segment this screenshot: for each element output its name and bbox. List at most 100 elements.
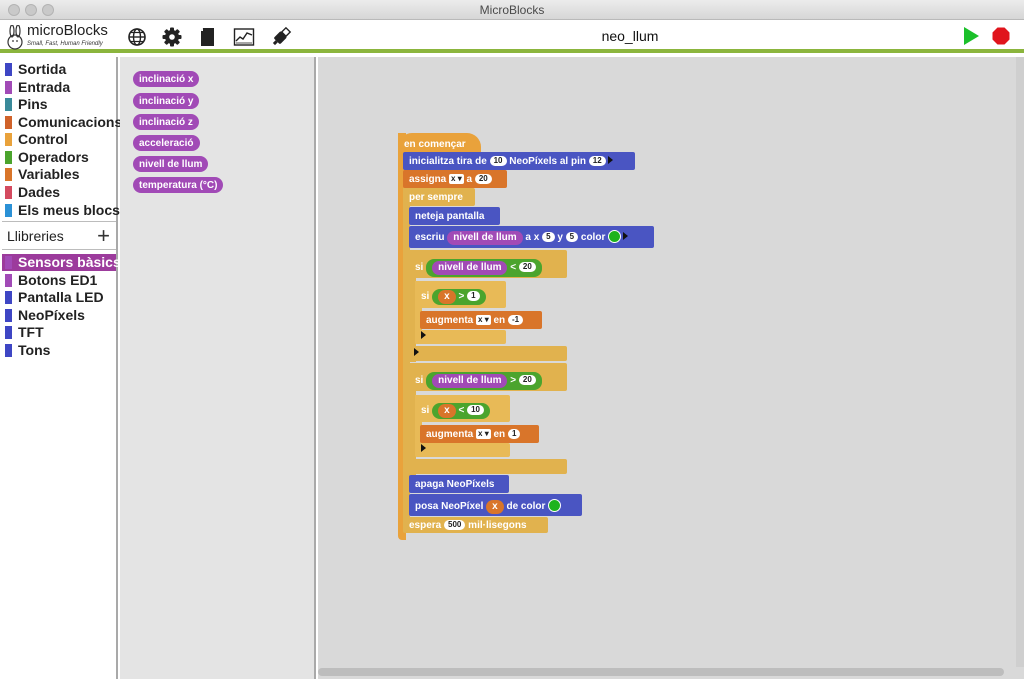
if-x-greater-block[interactable]: si x > 1 (415, 281, 506, 308)
category-color-swatch (5, 204, 12, 217)
expand-arrow-icon[interactable] (623, 232, 629, 240)
palette-block-tilt-z[interactable]: inclinació z (133, 114, 199, 130)
library-color-swatch (5, 344, 12, 357)
color-swatch-input[interactable] (548, 499, 562, 512)
variable-reporter[interactable]: x (438, 404, 456, 418)
collapse-arrow-icon[interactable] (414, 348, 419, 356)
variable-dropdown[interactable]: x ▾ (476, 315, 491, 325)
neopixel-count-input[interactable]: 10 (489, 156, 507, 166)
variable-reporter[interactable]: x (486, 500, 504, 514)
block-label: a x (525, 232, 540, 243)
collapse-arrow-icon[interactable] (421, 331, 426, 339)
stop-icon[interactable] (992, 27, 1010, 45)
library-sensors-basics[interactable]: Sensors bàsics (2, 254, 121, 271)
compare-value-input[interactable]: 10 (467, 405, 484, 415)
library-label: Sensors bàsics (18, 254, 121, 270)
change-variable-block[interactable]: augmenta x ▾ en -1 (420, 311, 542, 329)
if-light-high-block[interactable]: si nivell de llum > 20 (409, 363, 567, 391)
library-label: Botons ED1 (18, 272, 98, 288)
expand-arrow-icon[interactable] (607, 156, 613, 164)
greater-than-reporter[interactable]: nivell de llum > 20 (426, 372, 542, 390)
libraries-header: Llibreries + (2, 221, 116, 250)
palette-block-tilt-y[interactable]: inclinació y (133, 93, 200, 109)
title-bar: MicroBlocks (0, 0, 1024, 20)
wait-ms-input[interactable]: 500 (444, 520, 466, 530)
block-label: y (557, 232, 563, 243)
light-level-reporter[interactable]: nivell de llum (447, 231, 523, 245)
less-than-reporter[interactable]: x < 10 (432, 403, 490, 419)
window-title: MicroBlocks (479, 3, 545, 17)
bunny-logo-icon (7, 25, 23, 50)
palette-block-light-level[interactable]: nivell de llum (133, 156, 209, 172)
compare-value-input[interactable]: 1 (467, 291, 480, 301)
block-label: color (580, 232, 606, 243)
variable-dropdown[interactable]: x ▾ (476, 429, 491, 439)
when-started-hat-block[interactable]: en començar (398, 133, 481, 153)
change-amount-input[interactable]: -1 (507, 315, 524, 325)
block-label: en (493, 429, 506, 440)
neopixel-pin-input[interactable]: 12 (588, 156, 606, 166)
category-label: Dades (18, 184, 61, 200)
gear-icon[interactable] (161, 26, 183, 48)
palette-block-tilt-x[interactable]: inclinació x (133, 71, 200, 87)
y-position-input[interactable]: 5 (565, 232, 579, 242)
set-variable-block[interactable]: assigna x ▾ a 20 (403, 170, 507, 188)
category-color-swatch (5, 98, 12, 111)
set-neopixel-color-block[interactable]: posa NeoPíxel x de color (409, 494, 582, 516)
change-amount-input[interactable]: 1 (507, 429, 521, 439)
wait-block[interactable]: espera 500 mil·lisegons (403, 517, 548, 533)
category-label: Sortida (18, 61, 67, 77)
block-label: espera (409, 520, 442, 531)
category-color-swatch (5, 168, 12, 181)
greater-than-reporter[interactable]: x > 1 (432, 289, 486, 305)
if-block-footer (415, 330, 506, 344)
file-icon[interactable] (197, 26, 219, 48)
horizontal-scrollbar[interactable] (318, 668, 1004, 676)
hat-label: en començar (404, 139, 466, 150)
block-label: si (421, 291, 430, 302)
change-variable-block[interactable]: augmenta x ▾ en 1 (420, 425, 539, 443)
logo-tagline: Small, Fast, Human Friendly (27, 41, 103, 47)
add-library-button[interactable]: + (97, 223, 110, 249)
x-position-input[interactable]: 5 (542, 232, 555, 242)
if-x-less-block[interactable]: si x < 10 (415, 395, 510, 422)
libraries-title: Llibreries (7, 228, 64, 244)
variable-reporter[interactable]: x (438, 290, 456, 304)
if-block-footer (409, 346, 567, 361)
category-label: Els meus blocs (18, 202, 120, 218)
assign-value-input[interactable]: 20 (474, 174, 492, 184)
run-icon[interactable] (962, 26, 980, 46)
forever-block[interactable]: per sempre (403, 188, 475, 206)
light-level-reporter[interactable]: nivell de llum (432, 374, 508, 388)
usb-icon[interactable] (270, 26, 292, 48)
neopixel-init-block[interactable]: inicialitza tira de 10 NeoPíxels al pin … (403, 152, 635, 170)
palette-block-temperature[interactable]: temperatura (°C) (133, 177, 224, 193)
category-label: Comunicacions (18, 114, 123, 130)
if-block-footer (415, 443, 510, 457)
block-label: si (415, 375, 424, 386)
neopixels-off-block[interactable]: apaga NeoPíxels (409, 475, 509, 493)
category-color-swatch (5, 81, 12, 94)
variable-dropdown[interactable]: x ▾ (449, 174, 464, 184)
library-label: Tons (18, 342, 51, 358)
collapse-arrow-icon[interactable] (421, 444, 426, 452)
palette-block-acceleration[interactable]: acceleració (133, 135, 200, 151)
if-light-low-block[interactable]: si nivell de llum < 20 (409, 250, 567, 278)
block-label: augmenta (426, 315, 474, 326)
light-level-reporter[interactable]: nivell de llum (432, 261, 508, 275)
block-label: neteja pantalla (415, 211, 485, 222)
variable-name: x (478, 315, 483, 324)
category-label: Entrada (18, 79, 71, 95)
globe-icon[interactable] (126, 26, 148, 48)
threshold-input[interactable]: 20 (518, 375, 536, 385)
graph-icon[interactable] (233, 26, 255, 48)
display-write-block[interactable]: escriu nivell de llum a x 5 y 5 color (409, 226, 654, 248)
vertical-scrollbar[interactable] (1016, 57, 1024, 667)
threshold-input[interactable]: 20 (518, 262, 536, 272)
color-swatch-input[interactable] (608, 230, 622, 243)
category-color-swatch (5, 133, 12, 146)
less-than-reporter[interactable]: nivell de llum < 20 (426, 259, 542, 277)
clear-display-block[interactable]: neteja pantalla (409, 207, 500, 225)
project-name[interactable]: neo_llum (560, 28, 700, 44)
toolbar: microBlocks Small, Fast, Human Friendly (0, 20, 1024, 53)
